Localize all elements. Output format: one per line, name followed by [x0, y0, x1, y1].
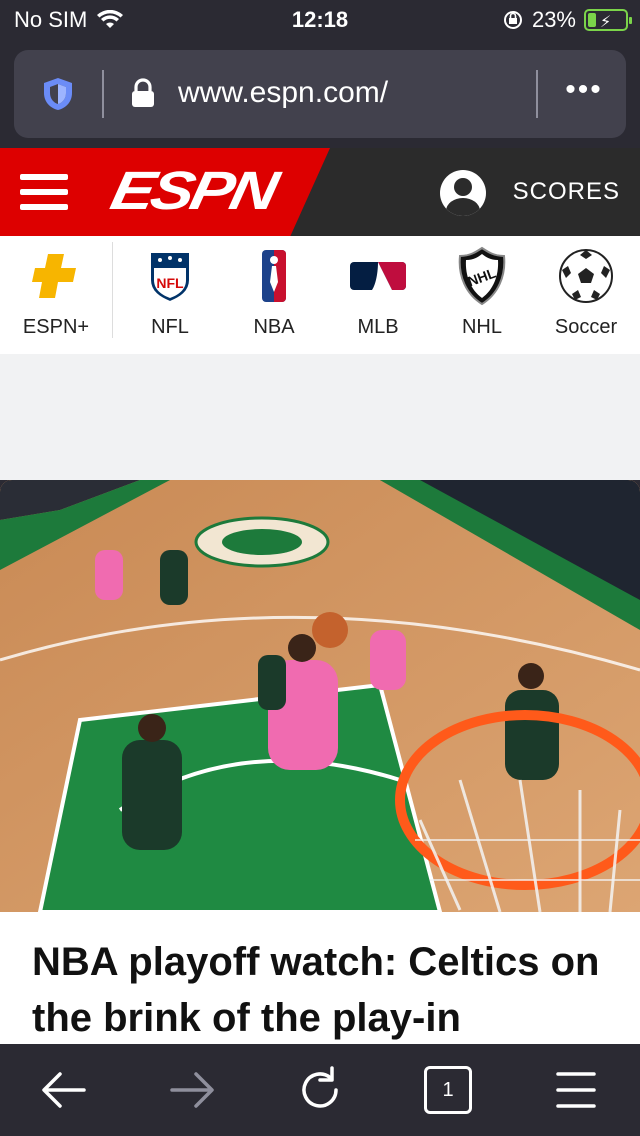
address-bar[interactable]: www.espn.com/ •••	[14, 50, 626, 138]
article-card[interactable]: NBA playoff watch: Celtics on the brink …	[0, 912, 640, 1044]
battery-percent: 23%	[531, 7, 576, 32]
espn-header: ESPN SCORES	[0, 148, 640, 236]
sport-label: NFL	[151, 316, 189, 338]
url-text[interactable]: www.espn.com/	[178, 76, 388, 110]
browser-toolbar: www.espn.com/ •••	[0, 40, 640, 148]
article-headline[interactable]: NBA playoff watch: Celtics on the brink …	[32, 934, 612, 1046]
mlb-logo-icon	[350, 262, 406, 290]
address-bar-divider	[536, 70, 538, 118]
content-gap	[0, 354, 640, 480]
sport-item-nhl[interactable]: NHL NHL	[430, 236, 534, 354]
nhl-shield-icon: NHL	[458, 246, 506, 306]
sport-label: NBA	[253, 316, 295, 338]
status-right: 23% ⚡	[502, 7, 632, 33]
sport-item-nfl[interactable]: NFL NFL	[118, 236, 222, 354]
sport-label: Soccer	[554, 316, 618, 338]
sport-nav: ESPN+ NFL NFL NBA MLB NHL NHL Soccer	[0, 236, 640, 354]
reload-icon[interactable]	[292, 1062, 348, 1118]
menu-icon[interactable]	[548, 1062, 604, 1118]
charging-bolt-icon: ⚡	[600, 14, 612, 31]
sport-label: ESPN+	[22, 316, 90, 338]
battery-fill	[588, 13, 597, 27]
sport-item-espn-plus[interactable]: ESPN+	[4, 236, 108, 354]
espn-plus-icon	[32, 254, 76, 298]
sport-label: NHL	[461, 316, 502, 338]
forward-arrow-icon[interactable]	[164, 1062, 220, 1118]
tabs-button[interactable]: 1	[424, 1066, 472, 1114]
user-profile-icon[interactable]	[440, 170, 486, 216]
address-bar-divider	[102, 70, 104, 118]
nfl-shield-icon: NFL	[149, 251, 191, 304]
sport-item-soccer[interactable]: Soccer	[534, 236, 638, 354]
status-bar: No SIM 12:18 23% ⚡	[0, 0, 640, 40]
nba-logo-icon	[262, 250, 286, 302]
orientation-lock-icon	[503, 11, 522, 29]
article-hero-image[interactable]	[0, 480, 640, 912]
svg-text:NFL: NFL	[156, 275, 184, 291]
nav-divider	[112, 242, 113, 338]
sport-item-mlb[interactable]: MLB	[326, 236, 430, 354]
sport-label: MLB	[357, 316, 399, 338]
basketball-court-photo	[0, 480, 640, 912]
espn-logo[interactable]: ESPN	[105, 160, 281, 222]
battery-icon: ⚡	[584, 9, 632, 31]
soccer-ball-icon	[559, 249, 613, 303]
bottom-toolbar: 1	[0, 1044, 640, 1136]
tracking-protection-shield-icon[interactable]	[40, 76, 76, 112]
back-arrow-icon[interactable]	[36, 1062, 92, 1118]
scores-link[interactable]: SCORES	[513, 178, 620, 206]
menu-icon[interactable]	[20, 174, 68, 210]
sport-item-nba[interactable]: NBA	[222, 236, 326, 354]
lock-icon[interactable]	[130, 78, 156, 108]
page-actions-more-button[interactable]: •••	[558, 70, 610, 118]
